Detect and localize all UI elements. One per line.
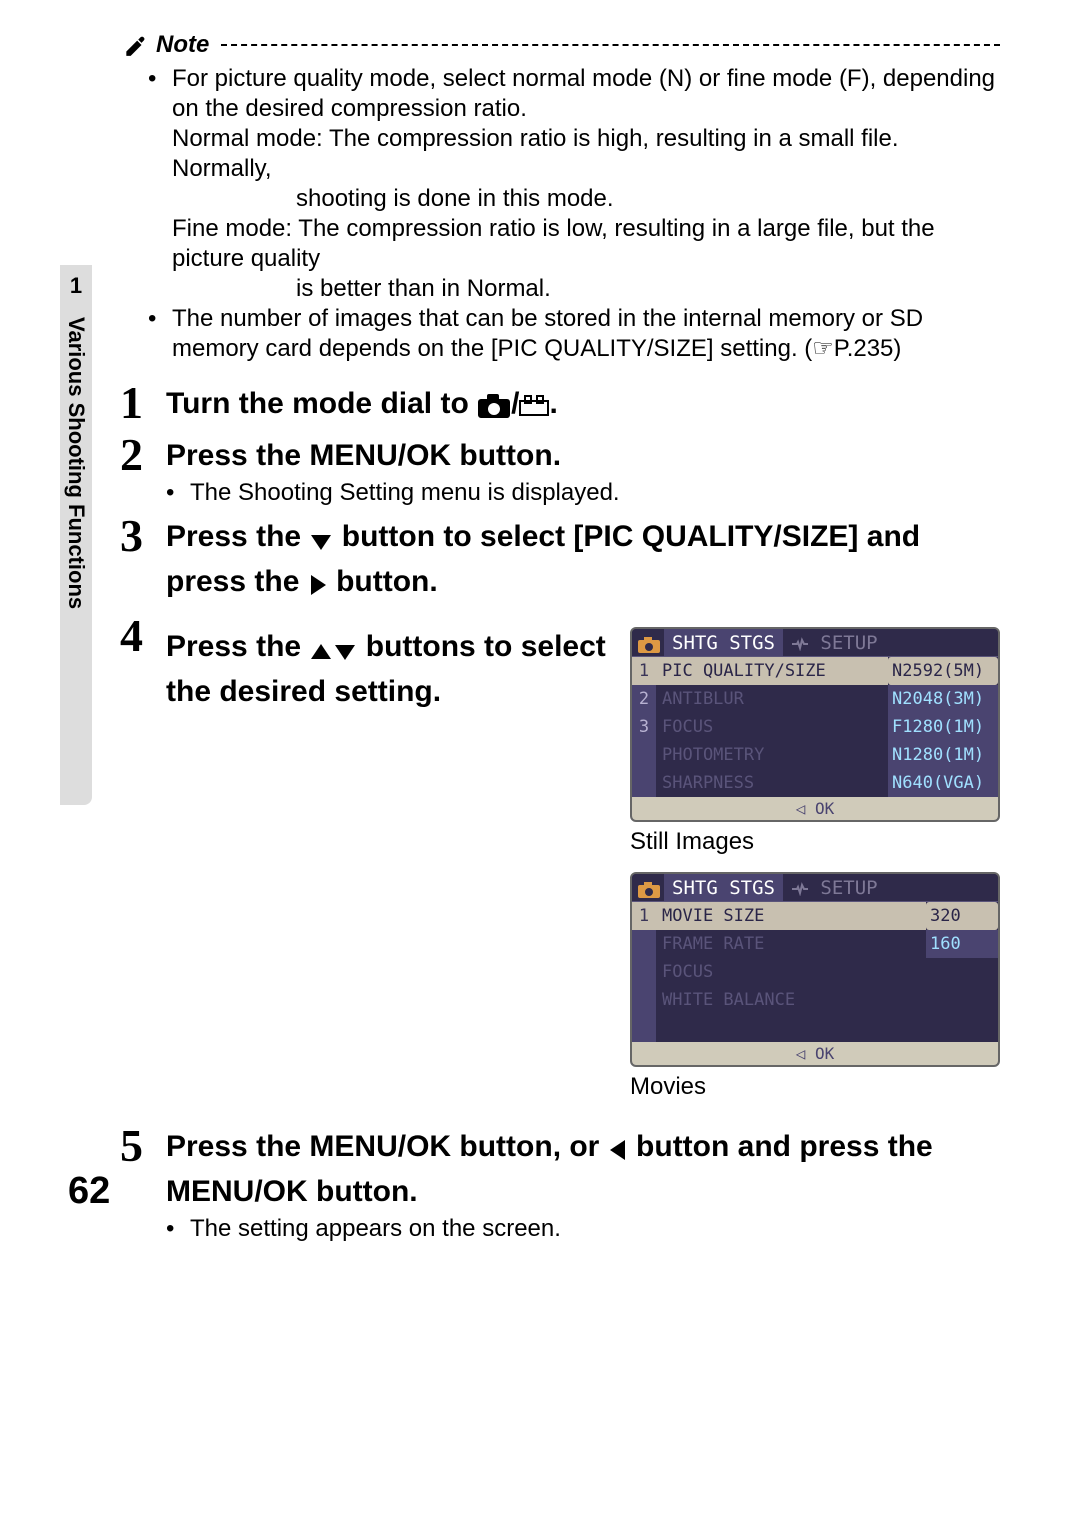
step-3-title-a: Press the — [166, 520, 309, 553]
triangle-down-icon — [333, 633, 357, 672]
triangle-down-icon — [309, 523, 333, 562]
page-number: 62 — [68, 1170, 110, 1213]
note-pencil-icon — [120, 30, 150, 60]
list-row: MOVIE SIZE320 — [656, 902, 998, 930]
list-row: PIC QUALITY/SIZEN2592(5M) — [656, 657, 998, 685]
normal-mode-text-b: shooting is done in this mode. — [296, 184, 1000, 214]
triangle-right-icon — [308, 568, 328, 607]
step-number: 1 — [120, 380, 166, 426]
step-2: 2 Press the MENU/OK button. •The Shootin… — [120, 432, 1000, 507]
bullet-dot: • — [148, 304, 172, 364]
step-4-title-a: Press the — [166, 630, 309, 663]
row-num — [632, 769, 656, 797]
row-num: 3 — [632, 713, 656, 741]
screen-movies: SHTG STGS SETUP 1 — [630, 872, 1000, 1067]
step-number: 2 — [120, 432, 166, 507]
step-4: 4 Press the buttons to select the desire… — [120, 613, 1000, 1117]
tab-setup: SETUP — [783, 874, 886, 901]
note-heading-row: Note — [120, 30, 1000, 60]
camera-icon — [477, 393, 511, 424]
row-num — [632, 930, 656, 958]
list-row: WHITE BALANCE — [656, 986, 998, 1014]
tab-shtg-stgs: SHTG STGS — [664, 629, 783, 656]
side-tab: 1 Various Shooting Functions — [60, 265, 92, 805]
triangle-left-icon — [608, 1133, 628, 1172]
list-row — [656, 1014, 998, 1042]
step-1-title-a: Turn the mode dial to — [166, 387, 477, 420]
tab-shtg-stgs: SHTG STGS — [664, 874, 783, 901]
caption-still: Still Images — [630, 828, 1000, 856]
step-1: 1 Turn the mode dial to / . — [120, 380, 1000, 426]
row-num: 1 — [632, 657, 656, 685]
step-5-title-a: Press the MENU/OK button, or — [166, 1130, 608, 1163]
tab-setup: SETUP — [783, 629, 886, 656]
row-num — [632, 741, 656, 769]
note-bullet-2: The number of images that can be stored … — [172, 304, 1000, 364]
row-num — [632, 958, 656, 986]
list-row: FOCUSF1280(1M) — [656, 713, 998, 741]
section-title: Various Shooting Functions — [63, 317, 89, 609]
step-1-title-c: . — [549, 387, 557, 420]
note-label: Note — [156, 31, 209, 59]
row-num: 1 — [632, 902, 656, 930]
step-5-sub: The setting appears on the screen. — [190, 1215, 561, 1242]
normal-mode-label: Normal mode: — [172, 125, 323, 152]
list-row: FOCUS — [656, 958, 998, 986]
step-2-title: Press the MENU/OK button. — [166, 439, 561, 472]
section-number: 1 — [70, 273, 82, 299]
step-number: 5 — [120, 1123, 166, 1243]
camera-icon — [638, 636, 662, 654]
list-row: FRAME RATE160 — [656, 930, 998, 958]
fine-mode-label: Fine mode: — [172, 215, 292, 242]
row-num: 2 — [632, 685, 656, 713]
step-number: 3 — [120, 513, 166, 607]
note-bullet-1: For picture quality mode, select normal … — [172, 64, 1000, 124]
screen-still-images: SHTG STGS SETUP 1 2 3 — [630, 627, 1000, 822]
step-3-title-c: button. — [328, 565, 438, 598]
fine-mode-text-b: is better than in Normal. — [296, 274, 1000, 304]
step-5: 5 Press the MENU/OK button, or button an… — [120, 1123, 1000, 1243]
step-3: 3 Press the button to select [PIC QUALIT… — [120, 513, 1000, 607]
screen-footer: ◁ OK — [632, 797, 998, 820]
step-number: 4 — [120, 613, 166, 1117]
row-num — [632, 986, 656, 1014]
list-row: PHOTOMETRYN1280(1M) — [656, 741, 998, 769]
camera-icon — [638, 881, 662, 899]
list-row: SHARPNESSN640(VGA) — [656, 769, 998, 797]
triangle-up-icon — [309, 633, 333, 672]
film-icon — [519, 395, 549, 424]
row-num — [632, 1014, 656, 1042]
list-row: ANTIBLURN2048(3M) — [656, 685, 998, 713]
step-1-title-b: / — [511, 387, 519, 420]
step-2-sub: The Shooting Setting menu is displayed. — [190, 479, 620, 506]
note-body: • For picture quality mode, select norma… — [148, 64, 1000, 364]
bullet-dot: • — [148, 64, 172, 124]
caption-movies: Movies — [630, 1073, 1000, 1101]
note-dashes — [221, 44, 1000, 46]
screen-footer: ◁ OK — [632, 1042, 998, 1065]
